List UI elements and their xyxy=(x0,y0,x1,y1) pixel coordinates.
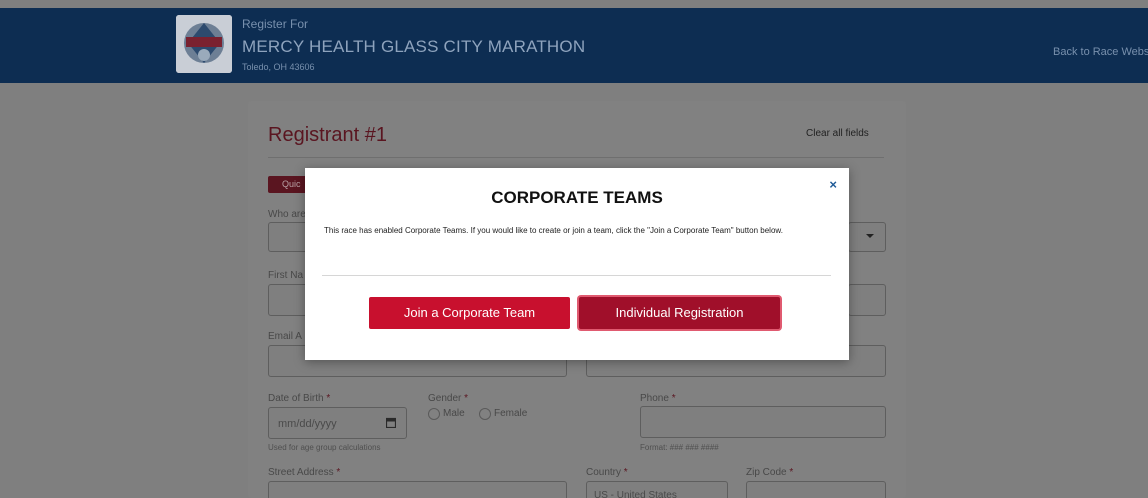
registrant-title: Registrant #1 xyxy=(268,124,387,146)
street-address-input[interactable] xyxy=(268,481,567,498)
last-name-input[interactable] xyxy=(848,284,886,316)
gender-male-label: Male xyxy=(443,408,465,419)
card-divider xyxy=(268,157,884,158)
back-to-race-link[interactable]: Back to Race Website ✕ xyxy=(1053,45,1148,58)
site-header: Register For MERCY HEALTH GLASS CITY MAR… xyxy=(0,8,1148,83)
who-label: Who are xyxy=(268,209,306,220)
email-label: Email A xyxy=(268,331,302,342)
join-corporate-team-button[interactable]: Join a Corporate Team xyxy=(369,297,570,329)
phone-label: Phone * xyxy=(640,393,676,404)
race-location: Toledo, OH 43606 xyxy=(242,62,315,72)
dob-placeholder: mm/dd/yyyy xyxy=(278,418,337,430)
who-select[interactable] xyxy=(268,222,308,252)
gender-female-label: Female xyxy=(494,408,528,419)
calendar-icon[interactable] xyxy=(386,417,396,428)
register-for-label: Register For xyxy=(242,17,309,31)
first-name-input[interactable] xyxy=(268,284,308,316)
phone-input[interactable] xyxy=(640,406,886,438)
quick-fill-button[interactable]: Quic xyxy=(268,176,308,193)
gender-label: Gender * xyxy=(428,393,469,404)
dob-label: Date of Birth * xyxy=(268,393,331,404)
country-label: Country * xyxy=(586,467,628,478)
gender-male-radio[interactable] xyxy=(428,408,440,420)
clear-all-fields-link[interactable]: Clear all fields xyxy=(806,128,869,139)
gender-female-radio[interactable] xyxy=(479,408,491,420)
race-name: MERCY HEALTH GLASS CITY MARATHON xyxy=(242,37,586,56)
modal-title: CORPORATE TEAMS xyxy=(491,188,663,207)
individual-registration-button[interactable]: Individual Registration xyxy=(579,297,780,329)
corporate-teams-modal: × CORPORATE TEAMS This race has enabled … xyxy=(305,168,849,360)
race-logo xyxy=(176,15,232,73)
header-content: Register For MERCY HEALTH GLASS CITY MAR… xyxy=(176,8,1148,83)
first-name-label: First Na xyxy=(268,270,303,281)
modal-divider xyxy=(322,275,831,276)
street-address-label: Street Address * xyxy=(268,467,341,478)
phone-hint: Format: ### ### #### xyxy=(640,443,719,452)
zip-label: Zip Code * xyxy=(746,467,794,478)
zip-input[interactable] xyxy=(746,481,886,498)
modal-body-text: This race has enabled Corporate Teams. I… xyxy=(324,226,783,235)
country-value: US - United States xyxy=(594,490,677,498)
chevron-down-icon xyxy=(866,234,874,238)
dob-hint: Used for age group calculations xyxy=(268,443,381,452)
